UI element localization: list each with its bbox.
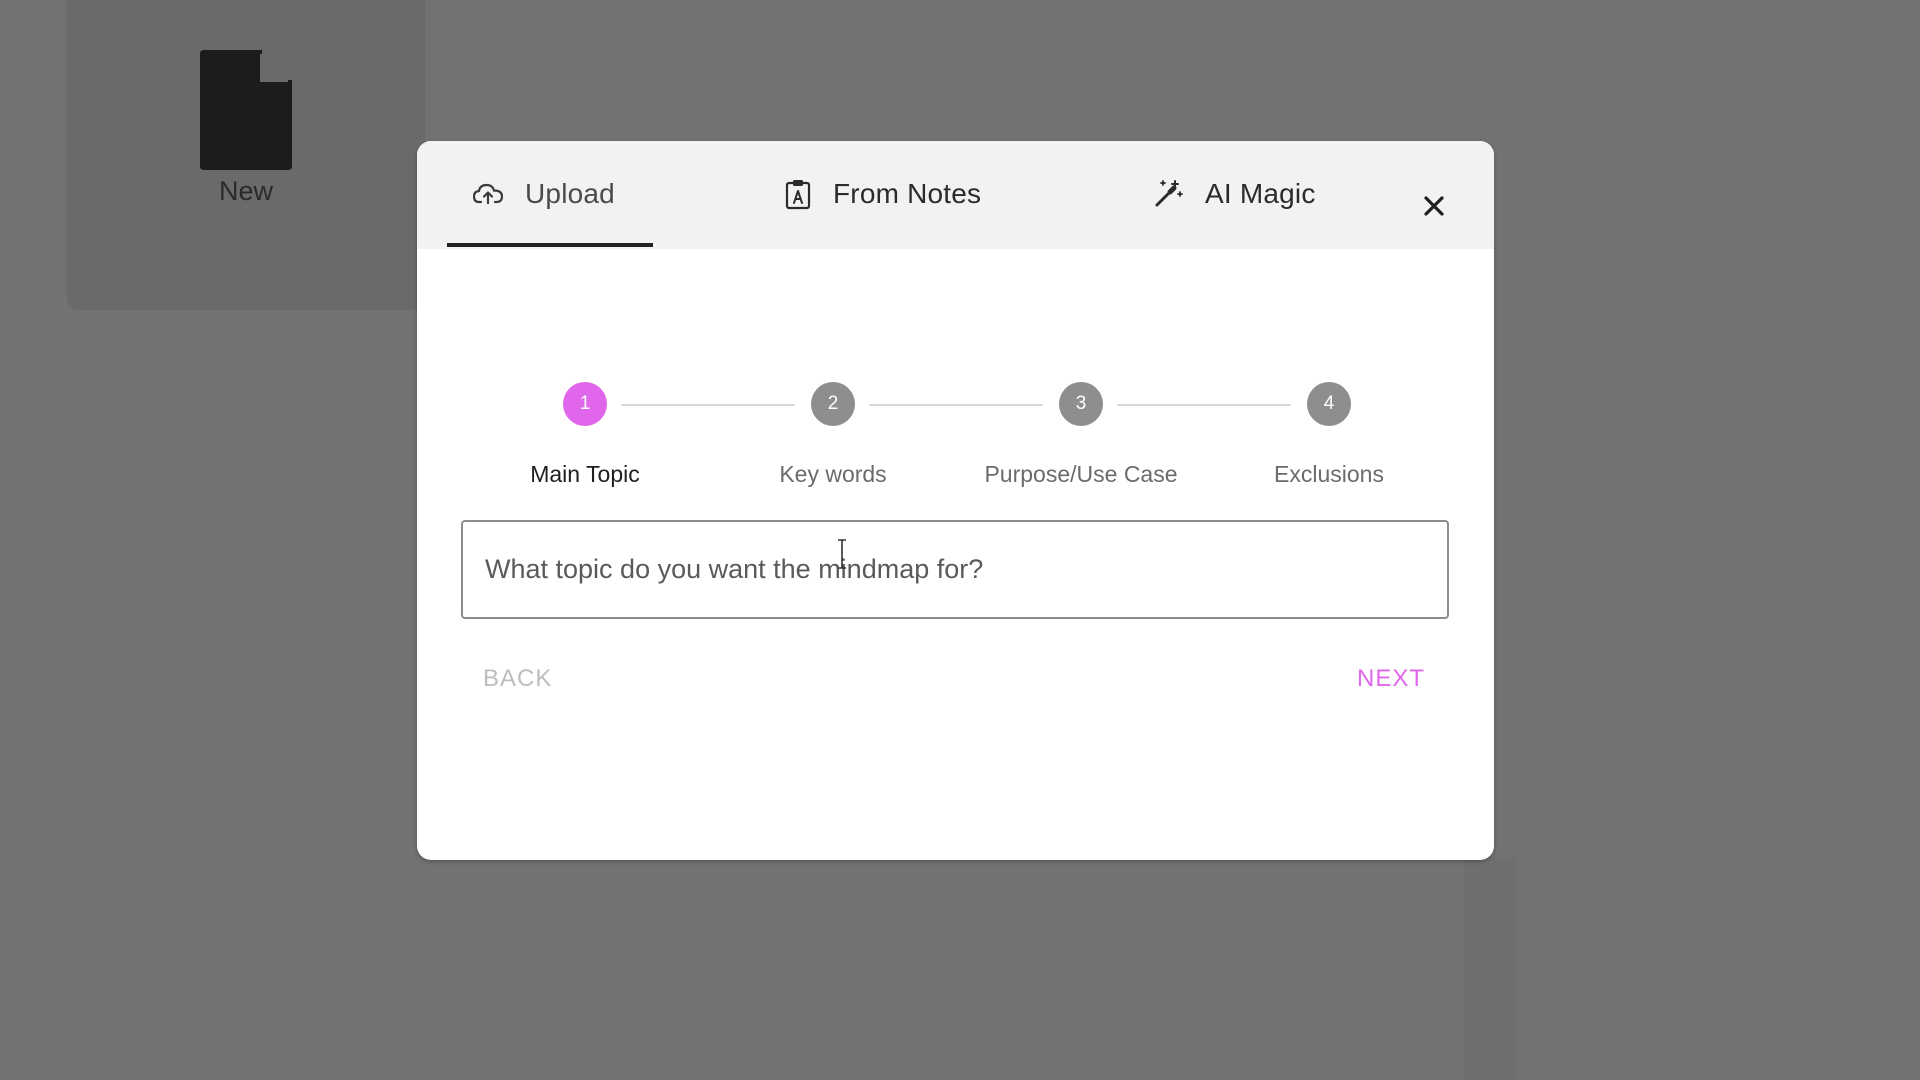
- close-button[interactable]: [1419, 191, 1449, 221]
- step-1-indicator[interactable]: 1: [563, 382, 607, 426]
- new-file-label: New: [218, 176, 273, 206]
- step-connector: [869, 404, 1043, 406]
- tab-upload[interactable]: Upload: [447, 141, 653, 247]
- cloud-upload-icon: [473, 182, 503, 206]
- active-tab-indicator: [447, 243, 653, 247]
- tab-ai-magic-label: AI Magic: [1205, 178, 1316, 209]
- step-4-label: Exclusions: [1274, 461, 1384, 487]
- step-2-label: Key words: [779, 461, 887, 487]
- step-2-indicator[interactable]: 2: [811, 382, 855, 426]
- next-button[interactable]: NEXT: [1357, 665, 1425, 693]
- tab-from-notes[interactable]: From Notes: [785, 141, 981, 247]
- topic-input[interactable]: [461, 520, 1449, 619]
- background-panel-edge: [1464, 858, 1516, 1080]
- close-icon: [1424, 196, 1444, 216]
- step-1-label: Main Topic: [530, 461, 640, 487]
- magic-wand-icon: [1153, 179, 1183, 209]
- new-document-icon[interactable]: [200, 50, 292, 170]
- step-4-indicator[interactable]: 4: [1307, 382, 1351, 426]
- step-3-label: Purpose/Use Case: [984, 461, 1178, 487]
- clipboard-icon: [785, 178, 811, 210]
- tab-ai-magic[interactable]: AI Magic: [1153, 141, 1316, 247]
- step-connector: [621, 404, 795, 406]
- text-cursor-icon: [838, 539, 846, 569]
- tab-upload-label: Upload: [525, 178, 615, 209]
- step-3-indicator[interactable]: 3: [1059, 382, 1103, 426]
- tab-from-notes-label: From Notes: [833, 178, 982, 209]
- back-button[interactable]: BACK: [483, 665, 552, 693]
- create-mindmap-dialog: Upload From Notes AI Magic 1 2 3 4 Main …: [417, 141, 1494, 860]
- step-connector: [1117, 404, 1291, 406]
